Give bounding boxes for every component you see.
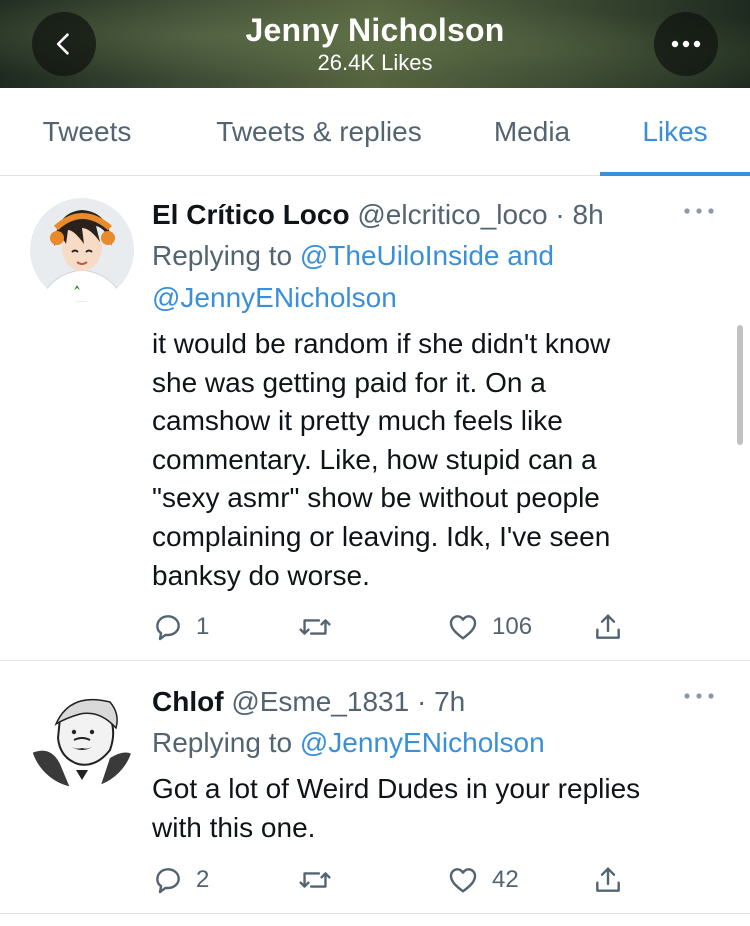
- author-handle[interactable]: @elcritico_loco: [357, 199, 547, 230]
- share-button[interactable]: [592, 860, 624, 900]
- tab-tweets[interactable]: Tweets: [0, 88, 174, 176]
- like-count: 42: [492, 866, 519, 893]
- active-tab-indicator: [600, 172, 750, 176]
- reply-count: 1: [196, 613, 210, 640]
- reply-icon: [156, 868, 180, 894]
- tweet-text-line: commentary. Like, how stupid can a: [152, 443, 597, 475]
- tweet-actions: 1 106: [152, 607, 720, 647]
- tweet-more-icon[interactable]: [682, 690, 716, 702]
- like-count: 106: [492, 613, 533, 640]
- tab-tweets-replies[interactable]: Tweets & replies: [174, 88, 464, 176]
- replying-to: Replying to @TheUiloInside and @JennyENi…: [152, 235, 720, 319]
- tweet-meta: Chlof @Esme_1831 · 7h: [152, 682, 720, 722]
- author-name[interactable]: El Crítico Loco: [152, 199, 350, 230]
- sketch-character-avatar-icon: [30, 684, 134, 788]
- tweet[interactable]: El Crítico Loco @elcritico_loco · 8h Rep…: [0, 177, 750, 661]
- anime-character-avatar-icon: [30, 198, 134, 302]
- tweet-text-line: "sexy asmr" show be without people: [152, 482, 600, 514]
- tweet-content: El Crítico Loco @elcritico_loco · 8h Rep…: [152, 195, 720, 595]
- share-button[interactable]: [592, 607, 624, 647]
- tweet-text-line: complaining or leaving. Idk, I've seen: [152, 520, 611, 552]
- tweet-content: Chlof @Esme_1831 · 7h Replying to @Jenny…: [152, 682, 720, 847]
- tweet-text-line: Got a lot of Weird Dudes in your replies: [152, 773, 641, 804]
- reply-count: 2: [196, 866, 210, 893]
- avatar[interactable]: [30, 198, 134, 302]
- tweet-text-line: she was getting paid for it. On a: [152, 366, 546, 398]
- more-button[interactable]: [654, 12, 718, 76]
- reply-icon: [156, 615, 180, 641]
- tweet-meta: El Crítico Loco @elcritico_loco · 8h: [152, 195, 720, 235]
- heart-icon: [449, 615, 477, 640]
- tweet-actions: 2 42: [152, 860, 720, 900]
- profile-header: Jenny Nicholson 26.4K Likes: [0, 0, 750, 88]
- tab-media[interactable]: Media: [464, 88, 600, 176]
- mention-link[interactable]: @TheUiloInside: [300, 240, 500, 271]
- reply-button[interactable]: 2: [152, 860, 209, 900]
- tweet-text-line: camshow it pretty much feels like: [152, 405, 563, 437]
- share-icon: [596, 614, 620, 639]
- retweet-button[interactable]: [298, 607, 344, 647]
- tweet-text: it would be random if she didn't know sh…: [152, 325, 720, 595]
- scrollbar[interactable]: [737, 325, 743, 445]
- profile-name: Jenny Nicholson: [245, 12, 505, 48]
- tweet-time: 8h: [572, 199, 604, 230]
- tweet-text-line: with this one.: [152, 811, 316, 843]
- tweet-text-line: it would be random if she didn't know: [152, 328, 611, 359]
- author-name[interactable]: Chlof: [152, 686, 224, 717]
- tweet-text-line: banksy do worse.: [152, 559, 370, 591]
- tweet-more-icon[interactable]: [682, 205, 716, 217]
- mention-joiner: and: [507, 240, 554, 271]
- mention-link[interactable]: @JennyENicholson: [152, 282, 397, 313]
- replying-prefix: Replying to: [152, 240, 293, 271]
- author-handle[interactable]: @Esme_1831: [231, 686, 409, 717]
- heart-icon: [449, 868, 477, 893]
- retweet-icon: [299, 619, 331, 635]
- profile-tabs: Tweets Tweets & replies Media Likes: [0, 88, 750, 176]
- likes-count: 26.4K Likes: [317, 50, 433, 75]
- like-button[interactable]: 106: [446, 607, 532, 647]
- replying-prefix: Replying to: [152, 727, 293, 758]
- tweet[interactable]: Chlof @Esme_1831 · 7h Replying to @Jenny…: [0, 662, 750, 914]
- tab-likes[interactable]: Likes: [600, 88, 750, 176]
- meta-separator: ·: [416, 686, 427, 717]
- mention-link[interactable]: @JennyENicholson: [300, 727, 545, 758]
- replying-to: Replying to @JennyENicholson: [152, 722, 720, 764]
- retweet-button[interactable]: [298, 860, 344, 900]
- avatar[interactable]: [30, 684, 134, 788]
- retweet-icon: [299, 872, 331, 888]
- like-button[interactable]: 42: [446, 860, 519, 900]
- meta-separator: ·: [555, 199, 565, 230]
- more-horizontal-icon: [671, 40, 701, 48]
- reply-button[interactable]: 1: [152, 607, 209, 647]
- tweet-text: Got a lot of Weird Dudes in your replies…: [152, 770, 720, 847]
- tweet-time: 7h: [434, 686, 466, 717]
- share-icon: [596, 867, 620, 892]
